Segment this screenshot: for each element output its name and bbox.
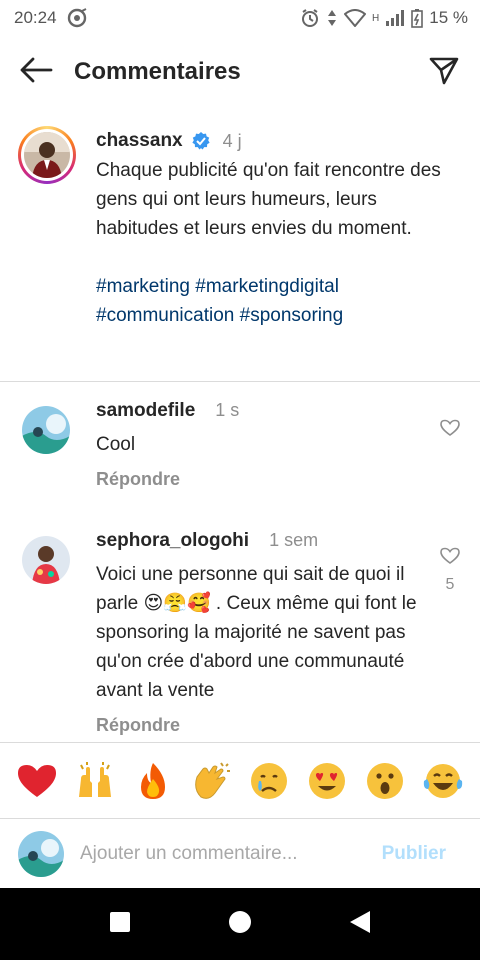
emoji-crying-face[interactable]	[247, 759, 291, 803]
avatar	[24, 132, 70, 178]
comment-text: Cool	[96, 434, 136, 455]
like-area	[438, 418, 462, 442]
back-button[interactable]	[14, 50, 58, 94]
hashtag-sponsoring[interactable]: #sponsoring	[240, 305, 344, 326]
battery-icon	[411, 8, 424, 28]
reply-button[interactable]: Répondre	[96, 469, 180, 490]
status-bar: 20:24 H 15 %	[0, 0, 480, 36]
caption-body: chassanx 4 j Chaque publicité qu'on fait…	[96, 126, 456, 330]
comment-avatar[interactable]	[22, 406, 70, 454]
emoji-clapping-hands[interactable]	[189, 759, 233, 803]
comment-body: samodefile 1 s Cool Répondre	[96, 400, 426, 490]
hashtag-communication[interactable]: #communication	[96, 305, 234, 326]
comment-username[interactable]: samodefile	[96, 400, 195, 422]
avatar-border	[21, 129, 73, 181]
emoji-quick-bar	[0, 742, 480, 818]
share-button[interactable]	[422, 50, 466, 94]
verified-badge-icon	[191, 131, 211, 151]
emoji-raising-hands[interactable]	[73, 759, 117, 803]
battery-percent: 15 %	[429, 8, 468, 27]
system-nav-bar	[0, 888, 480, 960]
comment-username[interactable]: sephora_ologohi	[96, 530, 249, 552]
signal-icon	[385, 9, 405, 27]
comment-header: sephora_ologohi 1 sem	[96, 530, 426, 560]
triangle-back-icon	[349, 910, 371, 939]
like-button[interactable]	[438, 418, 462, 442]
hashtag-marketingdigital[interactable]: #marketingdigital	[195, 276, 339, 297]
status-time: 20:24	[14, 8, 57, 27]
alarm-icon	[300, 8, 320, 28]
comment-item: sephora_ologohi 1 sem Voici une personne…	[0, 530, 480, 740]
comment-input[interactable]	[80, 842, 374, 865]
caption-time: 4 j	[222, 130, 242, 151]
home-button[interactable]	[216, 900, 264, 948]
circle-icon	[228, 910, 252, 939]
like-count: 5	[445, 576, 455, 593]
comment-header: samodefile 1 s	[96, 400, 426, 430]
page-title: Commentaires	[74, 58, 241, 85]
comment-composer: Publier	[0, 818, 480, 888]
reply-button[interactable]: Répondre	[96, 715, 180, 736]
story-ring[interactable]	[18, 126, 76, 184]
comment-emojis: 😍😤🥰	[143, 593, 211, 614]
arrow-left-icon	[19, 57, 53, 88]
comment-body: sephora_ologohi 1 sem Voici une personne…	[96, 530, 426, 736]
caption-hashtags: #marketing #marketingdigital #communicat…	[96, 272, 456, 330]
emoji-fire[interactable]	[131, 759, 175, 803]
emoji-open-mouth[interactable]	[363, 759, 407, 803]
wifi-icon	[344, 9, 367, 27]
hashtag-marketing[interactable]: #marketing	[96, 276, 190, 297]
recents-button[interactable]	[96, 900, 144, 948]
comment-avatar[interactable]	[22, 536, 70, 584]
comment-text: Voici une personne qui sait de quoi il p…	[96, 560, 426, 705]
paper-plane-icon	[428, 54, 460, 91]
caption-text: Chaque publicité qu'on fait rencontre de…	[96, 160, 441, 239]
heart-outline-icon	[440, 547, 460, 570]
nav-back-button[interactable]	[336, 900, 384, 948]
comment-time: 1 sem	[269, 530, 319, 550]
like-button[interactable]	[438, 546, 462, 570]
caption-header: chassanx 4 j	[96, 126, 456, 156]
post-caption: chassanx 4 j Chaque publicité qu'on fait…	[0, 118, 480, 382]
like-area: 5	[438, 546, 462, 594]
data-arrows-icon	[326, 8, 338, 28]
comment-time: 1 s	[215, 400, 240, 420]
post-button[interactable]: Publier	[382, 843, 462, 865]
emoji-red-heart[interactable]	[15, 759, 59, 803]
status-left: 20:24	[14, 8, 87, 28]
emoji-tears-of-joy[interactable]	[421, 759, 465, 803]
heart-outline-icon	[440, 419, 460, 442]
square-icon	[109, 911, 131, 938]
status-right: H 15 %	[300, 8, 468, 28]
notification-icon	[67, 8, 87, 28]
comment-item: samodefile 1 s Cool Répondre	[0, 400, 480, 510]
emoji-heart-eyes[interactable]	[305, 759, 349, 803]
network-type-label: H	[372, 12, 380, 24]
caption-username[interactable]: chassanx	[96, 130, 183, 152]
current-user-avatar	[18, 830, 64, 877]
header: Commentaires	[0, 36, 480, 108]
